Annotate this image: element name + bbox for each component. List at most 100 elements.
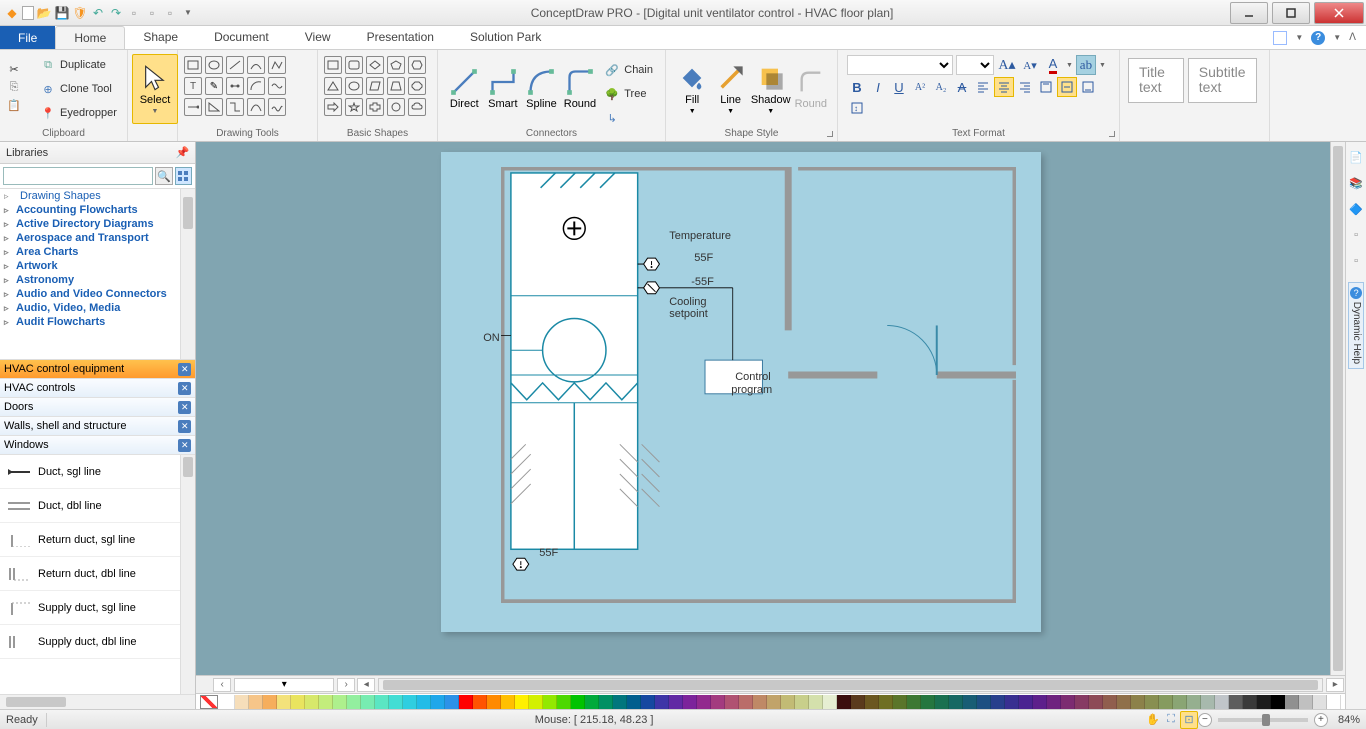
open-library-item[interactable]: HVAC controls✕ bbox=[0, 379, 195, 398]
bs-octagon[interactable] bbox=[408, 77, 426, 95]
shield-icon[interactable]: 🛡 bbox=[72, 5, 88, 21]
dialog-launcher-shape-style[interactable] bbox=[827, 131, 833, 137]
tool-freeform[interactable] bbox=[268, 77, 286, 95]
color-swatch[interactable] bbox=[879, 695, 893, 709]
tree-item[interactable]: Audio and Video Connectors bbox=[0, 287, 195, 301]
canvas-hscrollbar[interactable] bbox=[378, 678, 1323, 692]
shape-item[interactable]: Duct, sgl line bbox=[0, 455, 195, 489]
color-swatch[interactable] bbox=[347, 695, 361, 709]
align-left-button[interactable] bbox=[973, 77, 993, 97]
qa-dropdown-icon[interactable]: ▼ bbox=[180, 5, 196, 21]
bs-ellipse[interactable] bbox=[345, 77, 363, 95]
page[interactable]: ON Temperature 55F -55F Cooling setpoint… bbox=[441, 152, 1041, 632]
tree-item[interactable]: Aerospace and Transport bbox=[0, 231, 195, 245]
libraries-tree[interactable]: Drawing Shapes Accounting Flowcharts Act… bbox=[0, 188, 195, 360]
bs-arrow[interactable] bbox=[324, 98, 342, 116]
dynamic-help-tab[interactable]: ? Dynamic Help bbox=[1348, 282, 1364, 369]
color-swatch[interactable] bbox=[417, 695, 431, 709]
tool-smart[interactable] bbox=[226, 98, 244, 116]
color-swatch[interactable] bbox=[809, 695, 823, 709]
qa-icon-3[interactable]: ▫ bbox=[162, 5, 178, 21]
close-button[interactable] bbox=[1314, 2, 1364, 24]
color-swatch[interactable] bbox=[725, 695, 739, 709]
connector-smart-button[interactable]: Smart bbox=[485, 54, 522, 124]
color-swatch[interactable] bbox=[585, 695, 599, 709]
tool-scribble[interactable] bbox=[268, 98, 286, 116]
copy-icon[interactable]: ⎘ bbox=[6, 80, 22, 96]
bs-cross[interactable] bbox=[366, 98, 384, 116]
canvas-vscrollbar[interactable] bbox=[1330, 142, 1345, 675]
color-swatch[interactable] bbox=[921, 695, 935, 709]
canvas-area[interactable]: ON Temperature 55F -55F Cooling setpoint… bbox=[196, 142, 1345, 675]
libraries-hscrollbar[interactable] bbox=[0, 694, 195, 709]
color-swatch[interactable] bbox=[1019, 695, 1033, 709]
library-view-button[interactable] bbox=[175, 167, 193, 185]
align-center-button[interactable] bbox=[994, 77, 1014, 97]
no-color-button[interactable] bbox=[200, 695, 218, 709]
zoom-in-button[interactable]: + bbox=[1314, 713, 1328, 727]
color-swatch[interactable] bbox=[1187, 695, 1201, 709]
open-library-item[interactable]: HVAC control equipment✕ bbox=[0, 360, 195, 379]
color-swatch[interactable] bbox=[851, 695, 865, 709]
color-swatch[interactable] bbox=[655, 695, 669, 709]
color-swatch[interactable] bbox=[263, 695, 277, 709]
color-swatch[interactable] bbox=[1033, 695, 1047, 709]
color-swatch[interactable] bbox=[249, 695, 263, 709]
zoom-slider[interactable] bbox=[1218, 718, 1308, 722]
tool-ellipse[interactable] bbox=[205, 56, 223, 74]
subscript-button[interactable]: A₂ bbox=[931, 77, 951, 97]
tree-item[interactable]: Audit Flowcharts bbox=[0, 315, 195, 329]
bs-cloud[interactable] bbox=[408, 98, 426, 116]
eyedropper-button[interactable]: 📍Eyedropper bbox=[36, 103, 121, 123]
color-swatch[interactable] bbox=[515, 695, 529, 709]
save-icon[interactable]: 💾 bbox=[54, 5, 70, 21]
color-swatch[interactable] bbox=[1131, 695, 1145, 709]
color-swatch[interactable] bbox=[907, 695, 921, 709]
color-swatch[interactable] bbox=[1313, 695, 1327, 709]
valign-middle-button[interactable] bbox=[1057, 77, 1077, 97]
shadow-button[interactable]: Shadow▼ bbox=[751, 54, 791, 124]
shape-item[interactable]: Duct, dbl line bbox=[0, 489, 195, 523]
color-swatch[interactable] bbox=[473, 695, 487, 709]
tree-item[interactable]: Astronomy bbox=[0, 273, 195, 287]
color-swatch[interactable] bbox=[1201, 695, 1215, 709]
title-placeholder-button[interactable]: Title text bbox=[1128, 58, 1184, 103]
color-swatch[interactable] bbox=[1215, 695, 1229, 709]
tool-pen[interactable]: ✎ bbox=[205, 77, 223, 95]
tree-item[interactable]: Active Directory Diagrams bbox=[0, 217, 195, 231]
pin-icon[interactable]: 📌 bbox=[176, 146, 190, 159]
color-swatch[interactable] bbox=[935, 695, 949, 709]
tree-item[interactable]: Audio, Video, Media bbox=[0, 301, 195, 315]
libraries-search-input[interactable] bbox=[3, 167, 153, 185]
color-swatch[interactable] bbox=[1271, 695, 1285, 709]
color-swatch[interactable] bbox=[795, 695, 809, 709]
font-color-button[interactable]: A bbox=[1043, 55, 1063, 75]
help-icon[interactable]: ? bbox=[1311, 31, 1325, 45]
line-button[interactable]: Line▼ bbox=[712, 54, 748, 124]
color-swatch[interactable] bbox=[613, 695, 627, 709]
color-swatch[interactable] bbox=[627, 695, 641, 709]
tool-arc[interactable] bbox=[247, 77, 265, 95]
bs-diamond[interactable] bbox=[366, 56, 384, 74]
color-swatch[interactable] bbox=[1061, 695, 1075, 709]
zoom-out-button[interactable]: − bbox=[1198, 713, 1212, 727]
rs-icon-4[interactable]: ▫ bbox=[1347, 226, 1365, 244]
color-swatch[interactable] bbox=[1327, 695, 1341, 709]
shapes-scrollbar[interactable] bbox=[180, 455, 195, 694]
align-right-button[interactable] bbox=[1015, 77, 1035, 97]
color-swatch[interactable] bbox=[1173, 695, 1187, 709]
color-swatch[interactable] bbox=[739, 695, 753, 709]
bs-pentagon[interactable] bbox=[387, 56, 405, 74]
color-swatch[interactable] bbox=[277, 695, 291, 709]
color-swatch[interactable] bbox=[1299, 695, 1313, 709]
shape-item[interactable]: Supply duct, sgl line bbox=[0, 591, 195, 625]
color-swatch[interactable] bbox=[431, 695, 445, 709]
italic-button[interactable]: I bbox=[868, 77, 888, 97]
decrease-font-button[interactable]: A▾ bbox=[1020, 55, 1040, 75]
bs-hexagon[interactable] bbox=[408, 56, 426, 74]
open-icon[interactable]: 📂 bbox=[36, 5, 52, 21]
color-swatch[interactable] bbox=[445, 695, 459, 709]
close-library-icon[interactable]: ✕ bbox=[178, 439, 191, 452]
tool-text[interactable]: T bbox=[184, 77, 202, 95]
color-swatch[interactable] bbox=[753, 695, 767, 709]
